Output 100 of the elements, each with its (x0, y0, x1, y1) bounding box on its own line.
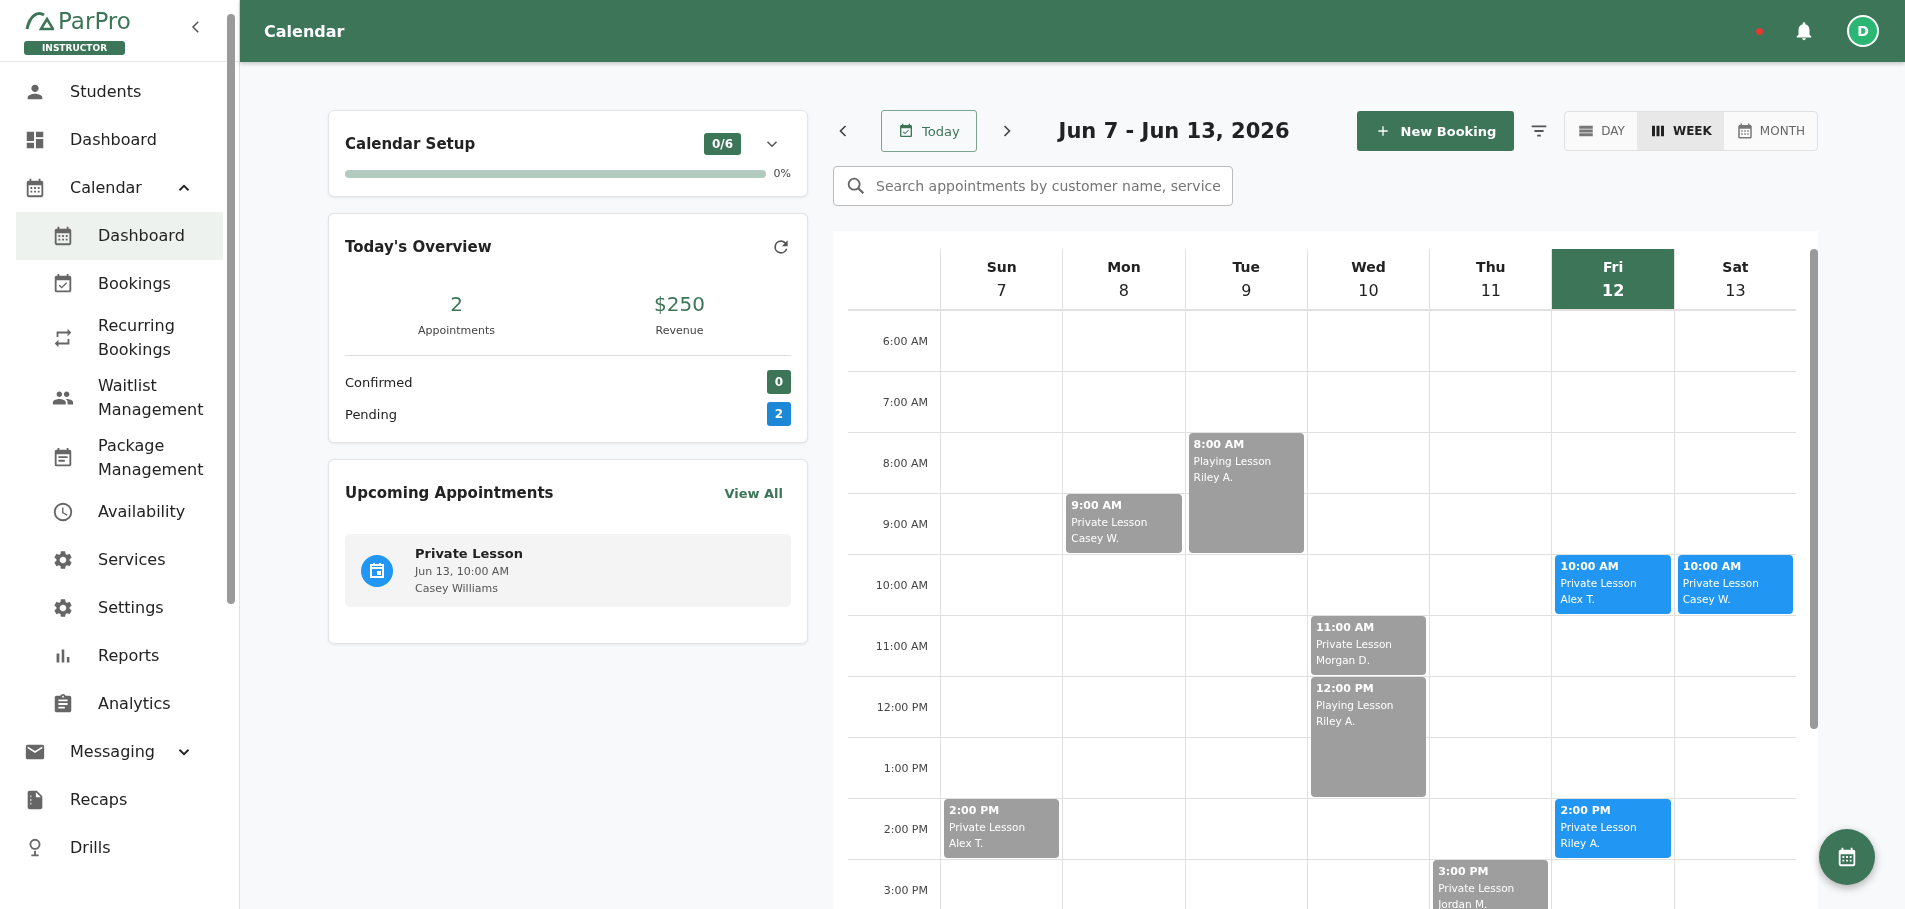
sidebar-subitem[interactable]: Waitlist Management (16, 368, 223, 428)
event-time: 10:00 AM (1560, 560, 1620, 573)
scrollbar[interactable] (227, 14, 235, 604)
event-time: 3:00 PM (1438, 865, 1490, 878)
card-title: Calendar Setup (345, 135, 477, 153)
stat-label: Appointments (417, 324, 496, 337)
sidebar-subitem[interactable]: Availability (16, 488, 223, 536)
appointment-item[interactable]: Private Lesson Jun 13, 10:00 AM Casey Williams (345, 534, 791, 607)
sidebar-subitem[interactable]: Package Management (16, 428, 223, 488)
event-time: 9:00 AM (1071, 499, 1123, 512)
event-time: 8:00 AM (1193, 438, 1246, 451)
date-range: Jun 7 - Jun 13, 2026 (1058, 119, 1290, 143)
calendar-note-icon (52, 447, 74, 469)
progress-count: 0/6 (703, 133, 741, 155)
status-count: 2 (767, 402, 791, 426)
time-label: 6:00 AM (882, 334, 928, 348)
logo-icon (24, 9, 54, 33)
view-all-link[interactable]: View All (724, 485, 783, 501)
event-title: Private Lesson (949, 821, 1027, 833)
sidebar-item[interactable]: Drills (0, 824, 223, 872)
sidebar-subitem[interactable]: Bookings (16, 260, 223, 308)
stat-value: $250 (654, 292, 705, 316)
progress-percent: 0% (773, 167, 791, 180)
appointment-title: Private Lesson (415, 546, 523, 561)
sidebar-item[interactable]: Messaging (0, 728, 223, 776)
day-header[interactable]: Fri 12 (1551, 249, 1674, 309)
time-label: 3:00 PM (883, 883, 928, 897)
event-customer: Riley A. (1315, 715, 1357, 727)
calendar-icon (52, 225, 74, 247)
time-label: 1:00 PM (883, 761, 928, 775)
sidebar-subitem[interactable]: Dashboard (16, 212, 223, 260)
day-header[interactable]: Wed 10 (1306, 249, 1430, 309)
status-label: Confirmed (345, 374, 413, 390)
time-label: 12:00 PM (876, 700, 928, 714)
view-tab[interactable]: MONTH (1723, 112, 1817, 150)
time-label: 11:00 AM (875, 639, 928, 653)
dashboard-icon (24, 129, 46, 151)
card-title: Today's Overview (345, 238, 493, 256)
sidebar-subitem[interactable]: Analytics (16, 680, 223, 728)
event-title: Private Lesson (1438, 882, 1516, 894)
sidebar-subitem[interactable]: Services (16, 536, 223, 584)
new-booking-button[interactable]: New Booking (1356, 111, 1515, 151)
stat-label: Revenue (655, 324, 704, 337)
settings-icon (52, 597, 74, 619)
appointment-customer: Casey Williams (415, 582, 499, 595)
day-header[interactable]: Sun 7 (940, 249, 1063, 309)
view-tab[interactable]: WEEK (1636, 112, 1724, 150)
event-customer: Casey W. (1682, 593, 1732, 605)
time-label: 9:00 AM (882, 517, 928, 531)
clock-icon (52, 501, 74, 523)
time-label: 2:00 PM (883, 822, 928, 836)
day-header[interactable]: Mon 8 (1062, 249, 1185, 309)
sidebar-subitem[interactable]: Reports (16, 632, 223, 680)
event-customer: Alex T. (1560, 593, 1596, 605)
event-title: Private Lesson (1315, 638, 1393, 650)
event-time: 2:00 PM (1560, 804, 1612, 817)
calendar-check-icon (52, 273, 74, 295)
calendar-icon (24, 177, 46, 199)
event-time: 10:00 AM (1682, 560, 1743, 573)
day-header[interactable]: Sat 13 (1673, 249, 1797, 309)
time-label: 7:00 AM (882, 395, 928, 409)
refresh-icon[interactable] (771, 237, 791, 257)
status-label: Pending (345, 406, 397, 422)
event-title: Private Lesson (1560, 821, 1638, 833)
calendar-fab-button[interactable] (1819, 829, 1875, 885)
clipboard-icon (52, 693, 74, 715)
event-time: 12:00 PM (1315, 682, 1375, 695)
sidebar-item[interactable]: Students (0, 68, 223, 116)
time-label: 8:00 AM (882, 456, 928, 470)
status-count: 0 (767, 370, 791, 394)
stat-value: 2 (450, 292, 463, 316)
event-customer: Morgan D. (1315, 654, 1372, 666)
sidebar-item[interactable]: Recaps (0, 776, 223, 824)
event-title: Playing Lesson (1193, 455, 1273, 467)
search-field[interactable]: Search appointments by customer name, service (833, 166, 1233, 206)
event-title: Private Lesson (1560, 577, 1638, 589)
event-customer: Alex T. (949, 837, 985, 849)
sidebar-item[interactable]: Calendar (0, 164, 223, 212)
page-title: Calendar (264, 21, 346, 41)
event-title: Private Lesson (1071, 516, 1149, 528)
time-label: 10:00 AM (875, 578, 928, 592)
search-icon (845, 175, 867, 197)
brand-name: ParPro (58, 8, 131, 34)
sidebar-item[interactable]: Dashboard (0, 116, 223, 164)
event-customer: Riley A. (1560, 837, 1601, 849)
event-customer: Casey W. (1071, 532, 1121, 544)
sidebar-subitem[interactable]: Recurring Bookings (16, 308, 223, 368)
calendar-icon (361, 554, 393, 587)
event-title: Playing Lesson (1315, 699, 1395, 711)
calendar-icon (1735, 122, 1754, 140)
today-button[interactable]: Today (881, 110, 977, 152)
scrollbar[interactable] (1810, 249, 1818, 729)
view-tab[interactable]: DAY (1565, 112, 1637, 150)
event-customer: Riley A. (1193, 471, 1235, 483)
calendar-icon (898, 123, 914, 139)
card-title: Upcoming Appointments (345, 484, 555, 502)
repeat-icon (52, 327, 74, 349)
day-header[interactable]: Tue 9 (1184, 249, 1307, 309)
event-title: Private Lesson (1682, 577, 1760, 589)
sidebar-subitem[interactable]: Settings (16, 584, 223, 632)
